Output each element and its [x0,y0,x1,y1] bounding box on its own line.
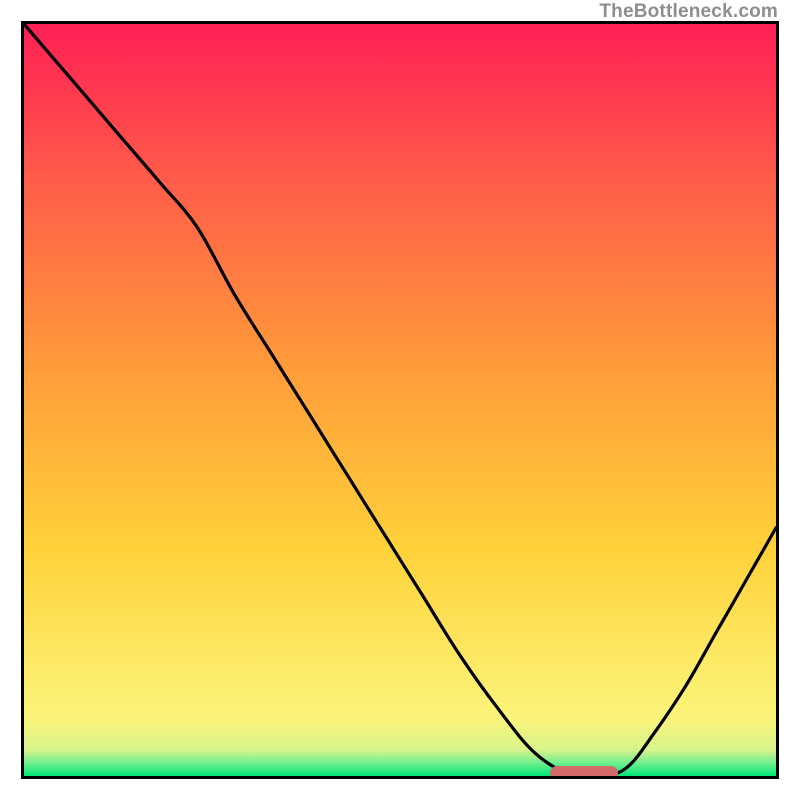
curve-layer [24,24,776,776]
attribution-label: TheBottleneck.com [599,1,778,23]
bottleneck-chart: TheBottleneck.com [0,0,800,800]
optimal-range-marker [550,766,618,779]
plot-area [21,21,779,779]
bottleneck-curve [24,24,776,776]
